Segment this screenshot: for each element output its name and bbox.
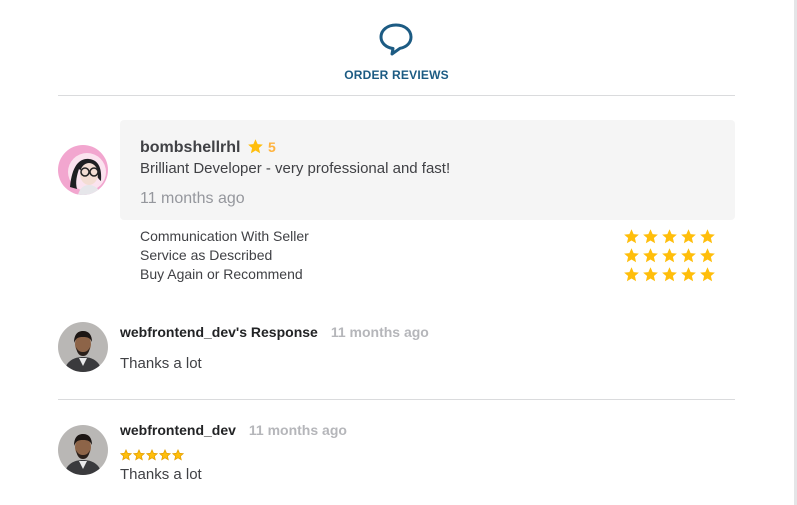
star-icon — [624, 267, 639, 282]
review-time: 11 months ago — [140, 190, 245, 207]
divider — [58, 399, 735, 400]
page-title: ORDER REVIEWS — [344, 68, 449, 82]
breakdown-label: Service as Described — [140, 247, 273, 263]
breakdown-label: Buy Again or Recommend — [140, 266, 303, 282]
star-icon — [159, 449, 171, 461]
star-icon — [248, 139, 263, 154]
star-icon — [643, 229, 658, 244]
chat-bubble-icon — [379, 23, 413, 56]
star-icon — [700, 248, 715, 263]
response-title[interactable]: webfrontend_dev's Response — [120, 324, 318, 340]
seller-avatar[interactable] — [58, 425, 108, 475]
seller-review-text: Thanks a lot — [120, 466, 202, 483]
rating-breakdown: Communication With Seller Service as Des… — [140, 227, 720, 284]
star-rating — [623, 266, 716, 283]
star-rating — [623, 247, 716, 264]
breakdown-row: Buy Again or Recommend — [140, 265, 720, 284]
star-icon — [643, 267, 658, 282]
seller-name[interactable]: webfrontend_dev — [120, 422, 236, 438]
star-icon — [172, 449, 184, 461]
star-icon — [662, 267, 677, 282]
rating-score: 5 — [268, 138, 276, 155]
review-card: bombshellrhl 5 Brilliant Developer - ver… — [120, 120, 735, 220]
star-icon — [700, 229, 715, 244]
seller-review-header: webfrontend_dev 11 months ago — [120, 422, 347, 438]
breakdown-row: Service as Described — [140, 246, 720, 265]
response-time: 11 months ago — [330, 324, 429, 340]
star-icon — [662, 229, 677, 244]
buyer-avatar[interactable] — [58, 145, 108, 195]
response-text: Thanks a lot — [120, 355, 202, 372]
star-icon — [662, 248, 677, 263]
review-text: Brilliant Developer - very professional … — [140, 160, 451, 177]
breakdown-label: Communication With Seller — [140, 228, 309, 244]
star-icon — [120, 449, 132, 461]
seller-response-header: webfrontend_dev's Response 11 months ago — [120, 324, 429, 340]
star-icon — [146, 449, 158, 461]
star-rating — [120, 449, 184, 461]
star-icon — [681, 267, 696, 282]
star-icon — [624, 248, 639, 263]
seller-avatar[interactable] — [58, 322, 108, 372]
star-icon — [681, 248, 696, 263]
star-icon — [681, 229, 696, 244]
star-icon — [700, 267, 715, 282]
seller-review-time: 11 months ago — [248, 422, 347, 438]
buyer-name[interactable]: bombshellrhl — [140, 139, 240, 157]
order-reviews-header: ORDER REVIEWS — [58, 0, 735, 96]
star-rating — [623, 228, 716, 245]
breakdown-row: Communication With Seller — [140, 227, 720, 246]
star-icon — [643, 248, 658, 263]
star-icon — [133, 449, 145, 461]
star-icon — [624, 229, 639, 244]
buyer-rating: 5 — [247, 138, 276, 155]
